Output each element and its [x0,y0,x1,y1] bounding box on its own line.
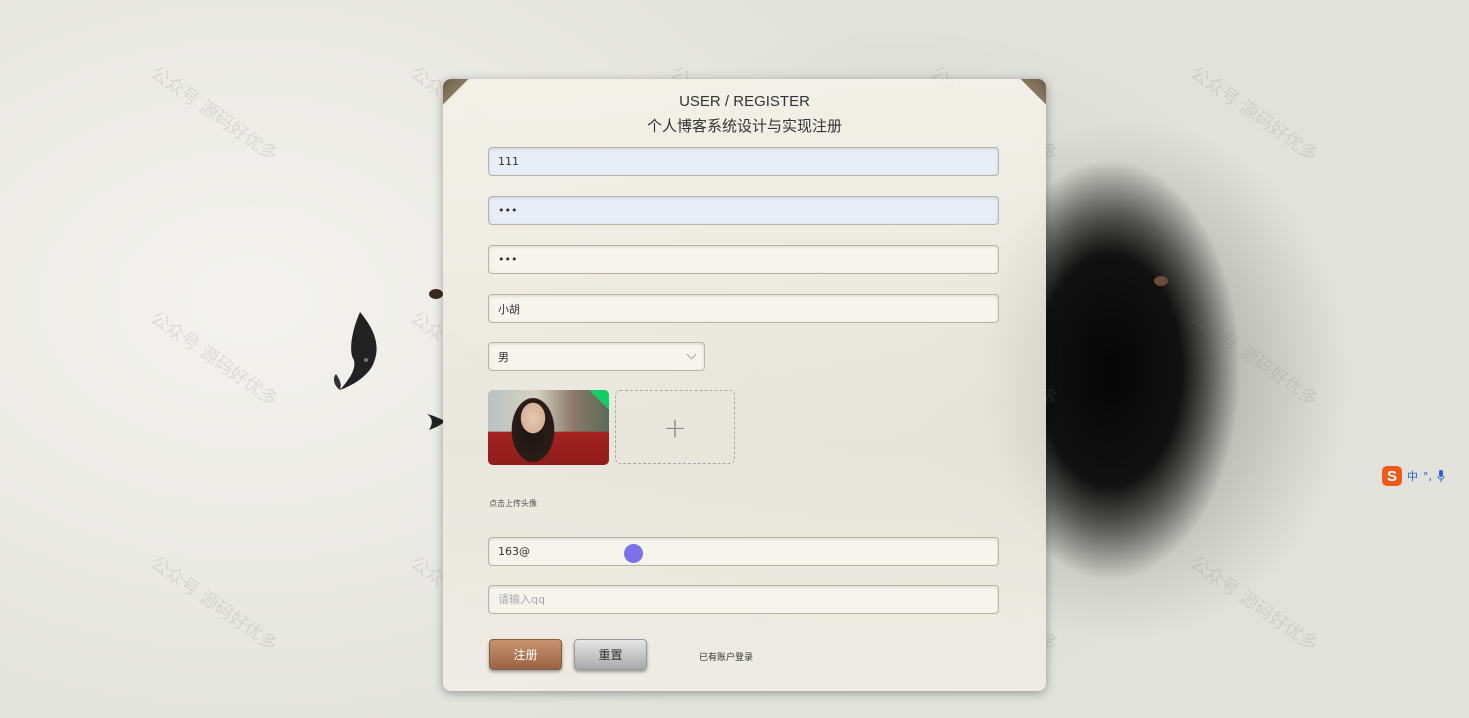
page-title: 个人博客系统设计与实现注册 [646,117,842,135]
username-input[interactable]: 111 [488,147,999,176]
register-card: USER / REGISTER 个人博客系统设计与实现注册 111 ••• ••… [443,79,1046,691]
password-input[interactable]: ••• [488,196,999,225]
page-title-en: USER / REGISTER [679,93,810,110]
reset-button[interactable]: 重置 [574,639,647,670]
gender-select[interactable]: 男 [488,342,705,371]
mic-icon[interactable] [1437,470,1445,482]
ime-mode[interactable]: 中 [1407,468,1418,484]
register-button[interactable]: 注册 [489,639,562,670]
confirm-password-input[interactable]: ••• [488,245,999,274]
avatar-upload-button[interactable]: + [615,390,735,464]
watermark-text: 公众号 源码好优多 [146,62,282,166]
watermark-text: 公众号 源码好优多 [1186,307,1322,411]
upload-success-badge [589,390,609,410]
ime-toolbar[interactable]: S 中 °, [1382,466,1445,486]
chevron-down-icon [686,349,697,360]
ime-punct[interactable]: °, [1423,470,1432,483]
mouse-cursor-indicator [624,544,643,563]
watermark-text: 公众号 源码好优多 [1186,552,1322,656]
avatar-preview[interactable] [488,390,609,465]
nickname-input[interactable]: 小胡 [488,294,999,323]
gender-select-value: 男 [498,350,509,364]
sogou-logo-icon: S [1382,466,1402,486]
watermark-text: 公众号 源码好优多 [1186,62,1322,166]
watermark-text: 公众号 源码好优多 [146,552,282,656]
login-link[interactable]: 已有账户登录 [699,650,753,663]
upload-tip: 点击上传头像 [489,499,537,508]
koi-fish-decoration [333,312,377,390]
qq-input[interactable] [488,585,999,614]
plus-icon: + [663,410,687,444]
watermark-text: 公众号 源码好优多 [146,307,282,411]
email-input[interactable]: 163@ [488,537,999,566]
pebble-decoration [1154,276,1168,286]
pebble-decoration [429,289,443,299]
